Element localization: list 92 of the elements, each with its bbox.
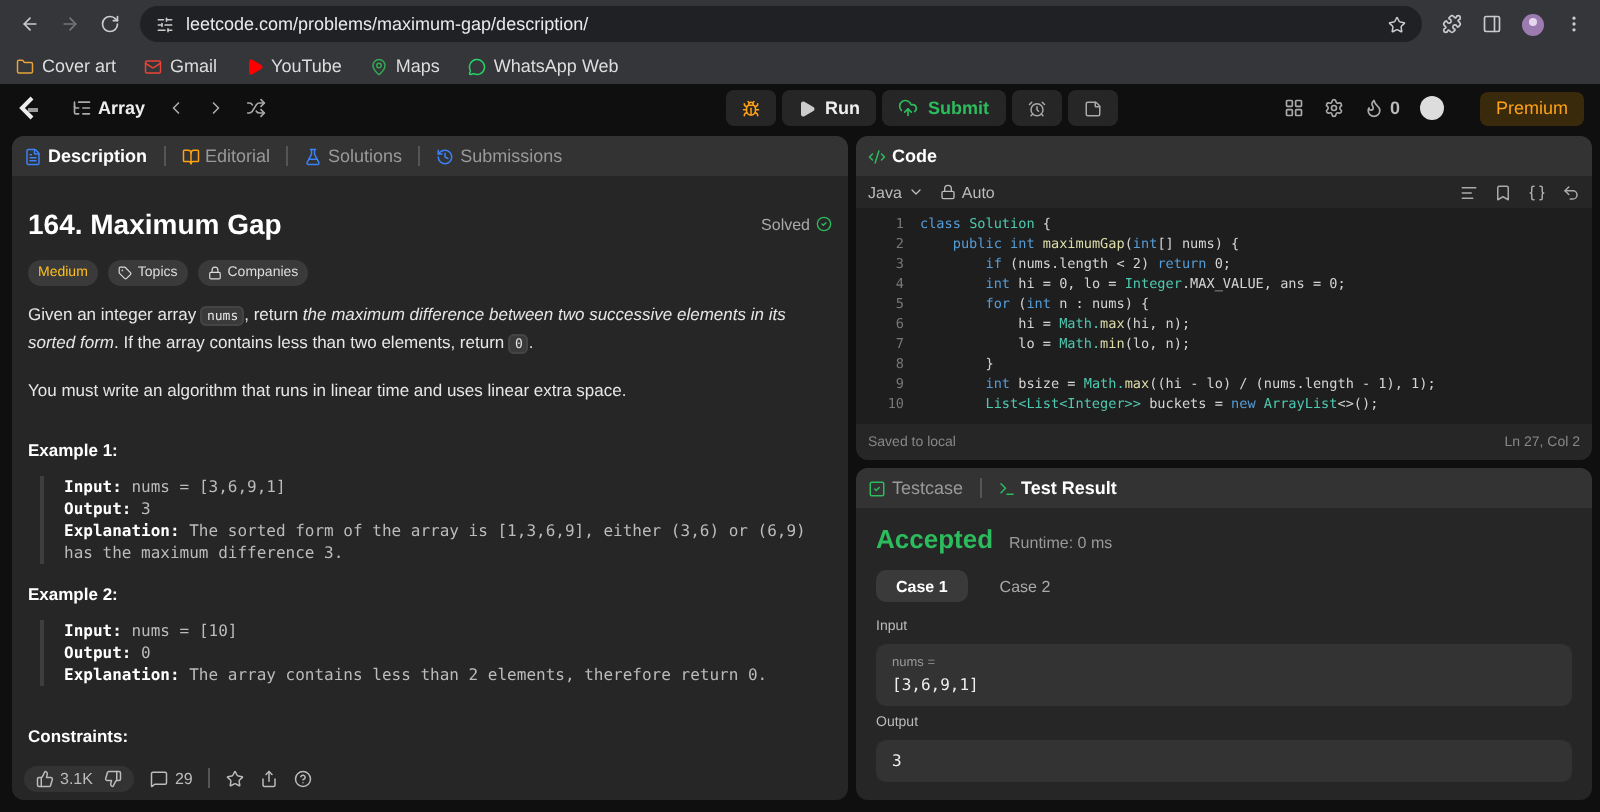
checkbox-icon [868,479,886,497]
document-icon [24,147,42,165]
history-icon [436,147,455,165]
constraints-title: Constraints: [28,726,131,746]
case-tab[interactable]: Case 2 [979,570,1071,602]
like-button[interactable]: 3.1K [36,769,93,787]
bug-icon [741,99,760,117]
reload-icon[interactable] [100,14,120,34]
site-settings-icon[interactable] [156,15,174,33]
avatar-icon[interactable] [1419,96,1444,120]
comments-button[interactable]: 29 [150,769,193,787]
lock-icon [939,184,956,200]
chevron-down-icon [907,184,924,200]
flame-icon [1363,98,1384,118]
share-icon[interactable] [260,769,279,787]
bookmark[interactable]: WhatsApp Web [467,56,619,76]
book-icon [181,147,200,165]
chat-icon [467,57,486,75]
note-icon [1083,99,1102,117]
tag-icon [117,266,132,280]
code-tab[interactable]: Code [868,146,937,166]
problem-list-button[interactable]: Array [72,98,146,118]
check-icon [816,216,832,232]
submit-button[interactable]: Submit [882,90,1006,126]
list-icon [72,98,92,118]
thumbs-up-icon [36,769,54,787]
alarm-icon [1027,99,1046,117]
runtime-text: Runtime: 0 ms [1009,534,1113,552]
url-text: leetcode.com/problems/maximum-gap/description/ [186,14,591,34]
problem-title: 164. Maximum Gap [28,208,282,240]
play-icon [245,57,264,75]
panel-tab[interactable]: Editorial [181,146,271,166]
lock-icon [207,266,222,280]
bookmark[interactable]: YouTube [245,56,342,76]
bookmark[interactable]: Maps [369,56,440,76]
input-value: [3,6,9,1] [892,676,981,694]
code-icon [868,147,886,165]
example-line: Explanation: The array contains less than 2 elements, therefore return 0. [64,664,770,686]
mail-icon [144,57,163,75]
example-title: Example 1: [28,440,120,460]
streak-button[interactable]: 0 [1363,98,1400,118]
example-line: Output: 0 [64,642,153,664]
format-icon[interactable] [1460,183,1478,201]
shuffle-icon[interactable] [245,98,266,118]
auto-mode-button[interactable]: Auto [939,183,995,201]
bookmark[interactable]: Gmail [144,56,218,76]
example-line: Output: 3 [64,498,153,520]
reset-icon[interactable] [1562,183,1580,201]
bookmark[interactable]: Cover art [16,56,117,76]
notes-button[interactable] [1067,90,1118,126]
comment-icon [150,769,169,787]
language-select[interactable]: Java [868,183,924,201]
case-tab[interactable]: Case 1 [876,570,968,602]
debug-button[interactable] [725,90,776,126]
output-value: 3 [892,752,904,770]
thumbs-down-icon[interactable] [104,769,123,787]
solved-status: Solved [761,215,832,233]
panel-tab[interactable]: Testcase [868,478,964,498]
panel-tab[interactable]: Test Result [997,478,1117,498]
run-button[interactable]: Run [781,90,877,126]
vote-buttons[interactable]: 3.1K [24,765,135,791]
description-paragraph: You must write an algorithm that runs in linear time and uses linear extra space. [28,378,629,404]
flask-icon [304,147,323,165]
panel-tab[interactable]: Submissions [436,146,563,166]
braces-icon[interactable] [1528,183,1546,201]
help-icon[interactable] [294,769,313,787]
folder-icon [16,57,34,75]
terminal-icon [997,479,1016,497]
sidebar-icon[interactable] [1482,14,1502,34]
panel-tab[interactable]: Description [24,146,148,166]
upload-icon [898,98,919,118]
premium-button[interactable]: Premium [1479,91,1584,125]
star-icon[interactable] [1388,15,1406,33]
example-line: Input: nums = [3,6,9,1] [64,476,288,498]
map-pin-icon [369,57,388,75]
example-title: Example 2: [28,584,120,604]
avatar-icon[interactable] [1522,13,1544,35]
forward-icon[interactable] [60,14,80,34]
extensions-icon[interactable] [1442,14,1462,34]
example-line: Input: nums = [10] [64,620,240,642]
back-icon[interactable] [20,14,40,34]
bookmark-icon[interactable] [1494,183,1512,201]
layout-icon[interactable] [1283,98,1304,118]
panel-tab[interactable]: Solutions [304,146,403,166]
star-icon[interactable] [226,769,245,787]
logo-icon[interactable] [16,95,40,121]
verdict-text: Accepted [876,524,994,554]
settings-icon[interactable] [1323,98,1344,118]
play-icon [797,99,816,117]
example-line: Explanation: The sorted form of the array is [1,3,6,9], either (3,6) or (6,9) has the maximum difference 3. [64,520,808,564]
timer-button[interactable] [1011,90,1062,126]
address-bar[interactable]: leetcode.com/problems/maximum-gap/description/ [140,6,1422,42]
